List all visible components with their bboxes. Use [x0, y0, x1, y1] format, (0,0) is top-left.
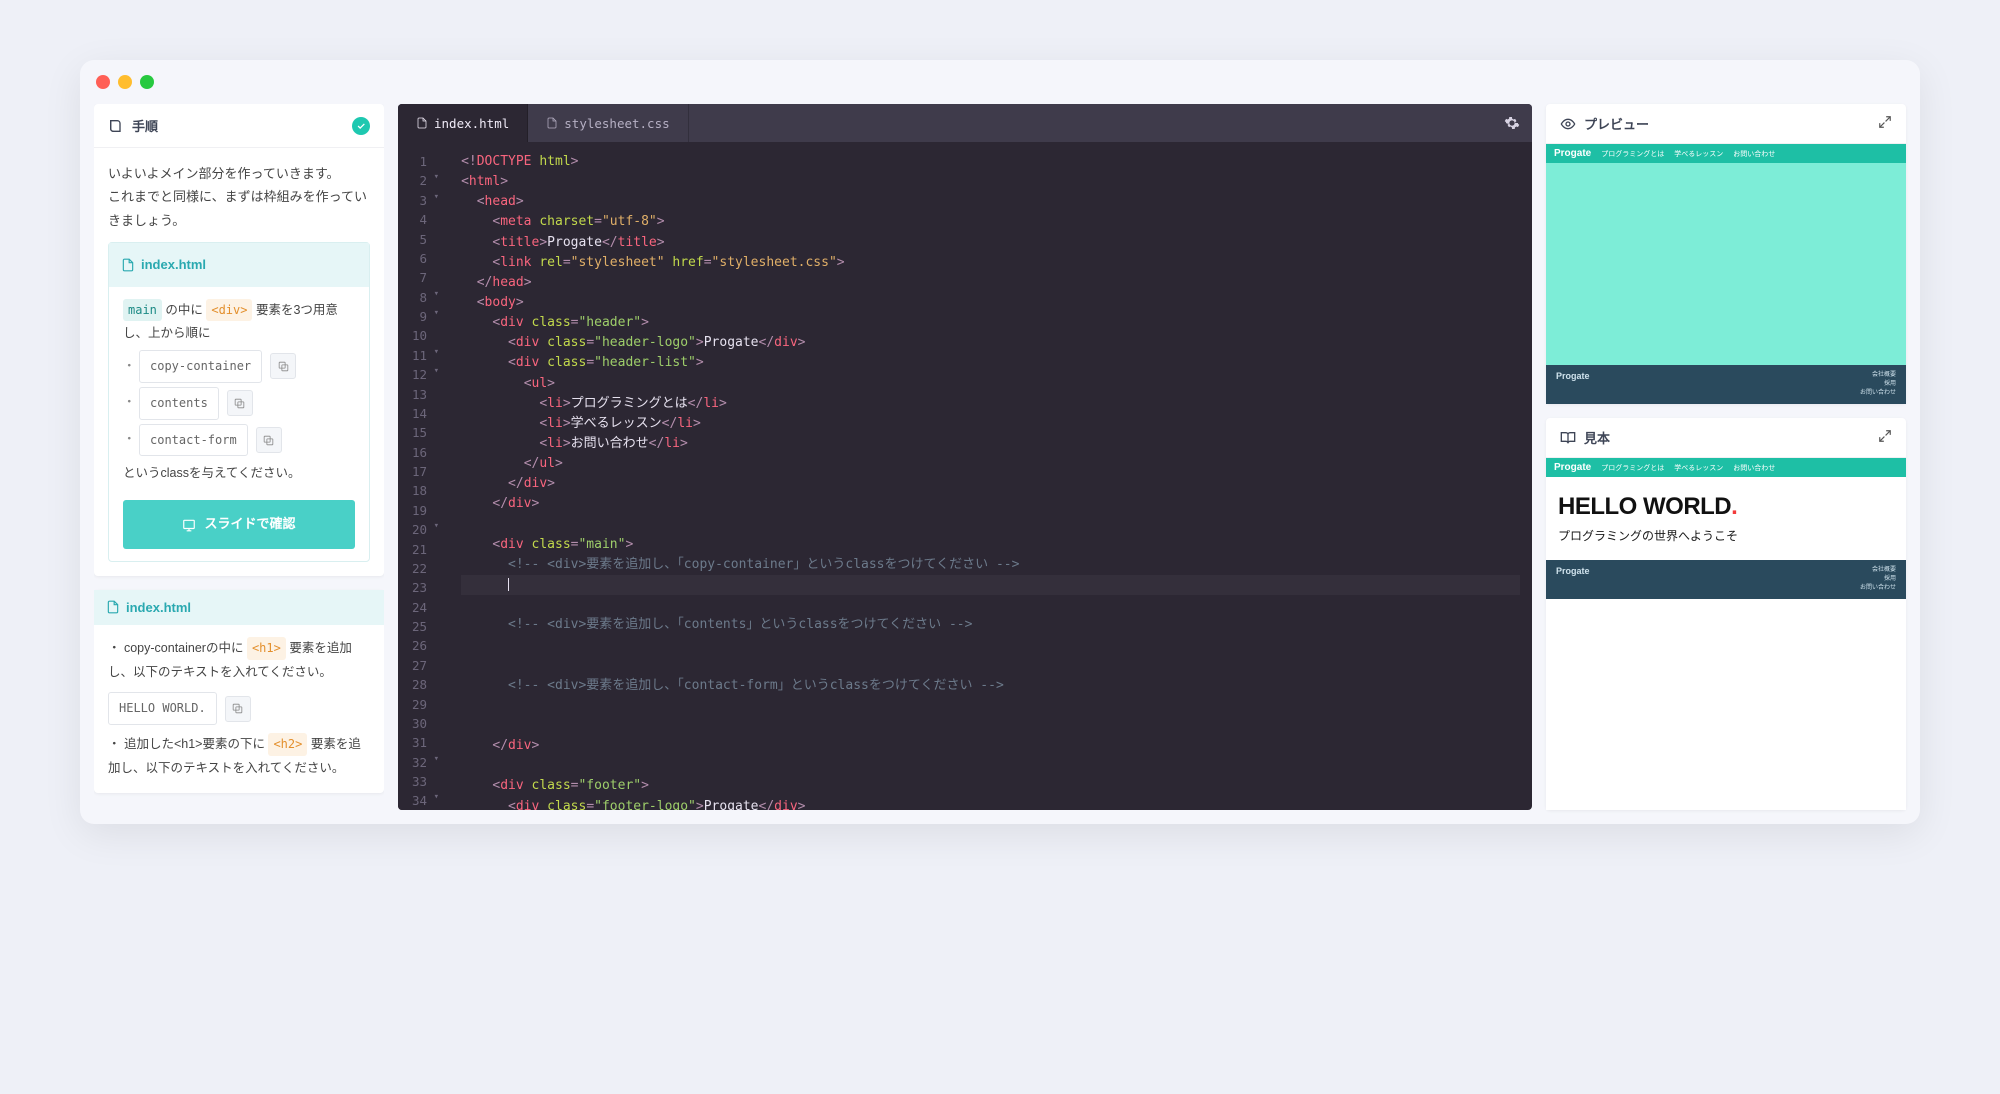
file-icon — [416, 116, 428, 130]
code-chip: contents — [139, 387, 219, 420]
sample-viewport: Progate プログラミングとは学べるレッスンお問い合わせ HELLO WOR… — [1546, 458, 1906, 810]
code-chip: HELLO WORLD. — [108, 692, 217, 725]
steps-title: 手順 — [132, 116, 158, 135]
expand-button[interactable] — [1878, 115, 1892, 132]
window-titlebar — [80, 60, 1920, 104]
eye-icon — [1560, 116, 1576, 132]
chip-row: ・ contact-form — [123, 424, 355, 457]
file-name-1: index.html — [141, 253, 206, 276]
sample-title: 見本 — [1584, 428, 1610, 447]
copy-button[interactable] — [225, 696, 251, 722]
mini-header: Progate プログラミングとは学べるレッスンお問い合わせ — [1546, 458, 1906, 477]
code-area[interactable]: 1 2▾3▾4 5 6 7 8▾9▾10 11▾12▾13 14 15 16 1… — [398, 142, 1532, 810]
instruction-line: main の中に <div> 要素を3つ用意し、上から順に — [123, 299, 355, 347]
expand-button[interactable] — [1878, 429, 1892, 446]
editor-tabbar: index.html stylesheet.css — [398, 104, 1532, 142]
gear-icon — [1504, 115, 1520, 131]
instruction-line-2a: ・ copy-containerの中に <h1> 要素を追加し、以下のテキストを… — [108, 637, 370, 685]
preview-panel-group: プレビュー Progate プログラミングとは学べるレッスンお問い合わせ — [1546, 104, 1906, 810]
settings-button[interactable] — [1492, 104, 1532, 142]
mini-header: Progate プログラミングとは学べるレッスンお問い合わせ — [1546, 144, 1906, 163]
instruction-after: というclassを与えてください。 — [123, 462, 355, 486]
code-chip: copy-container — [139, 350, 262, 383]
code-chip: contact-form — [139, 424, 248, 457]
steps-header: 手順 — [94, 104, 384, 148]
book-icon — [108, 118, 124, 134]
check-icon — [352, 117, 370, 135]
copy-button[interactable] — [270, 353, 296, 379]
slides-icon — [182, 518, 196, 532]
file-header-1: index.html — [109, 243, 369, 286]
editor-tab[interactable]: index.html — [398, 104, 528, 142]
chip-row: ・ contents — [123, 387, 355, 420]
mini-footer: Progate 会社概要採用お問い合わせ — [1546, 365, 1906, 404]
instruction-line-2b: ・ 追加した<h1>要素の下に <h2> 要素を追加し、以下のテキストを入れてく… — [108, 733, 370, 781]
minimize-dot[interactable] — [118, 75, 132, 89]
mini-main: HELLO WORLD. プログラミングの世界へようこそ — [1546, 477, 1906, 560]
mini-hero — [1546, 163, 1906, 365]
file-icon — [121, 258, 135, 272]
copy-button[interactable] — [227, 390, 253, 416]
preview-title: プレビュー — [1584, 114, 1649, 133]
app-window: 手順 いよいよメイン部分を作っていきます。 これまでと同様に、まずは枠組みを作っ… — [80, 60, 1920, 824]
book-open-icon — [1560, 430, 1576, 446]
slide-confirm-button[interactable]: スライドで確認 — [123, 500, 355, 549]
file-icon — [546, 116, 558, 130]
file-header-2: index.html — [94, 590, 384, 625]
editor-tab[interactable]: stylesheet.css — [528, 104, 688, 142]
intro-text: いよいよメイン部分を作っていきます。 これまでと同様に、まずは枠組みを作っていき… — [108, 162, 370, 232]
chip-row: ・ copy-container — [123, 350, 355, 383]
file-icon — [106, 600, 120, 614]
code-editor: index.html stylesheet.css 1 2▾3▾4 5 6 7 … — [398, 104, 1532, 810]
file-name-2: index.html — [126, 600, 191, 615]
maximize-dot[interactable] — [140, 75, 154, 89]
preview-header: プレビュー — [1546, 104, 1906, 144]
preview-viewport: Progate プログラミングとは学べるレッスンお問い合わせ Progate 会… — [1546, 144, 1906, 404]
close-dot[interactable] — [96, 75, 110, 89]
mini-footer: Progate 会社概要採用お問い合わせ — [1546, 560, 1906, 599]
instructions-panel: 手順 いよいよメイン部分を作っていきます。 これまでと同様に、まずは枠組みを作っ… — [94, 104, 384, 810]
copy-button[interactable] — [256, 427, 282, 453]
sample-header: 見本 — [1546, 418, 1906, 458]
